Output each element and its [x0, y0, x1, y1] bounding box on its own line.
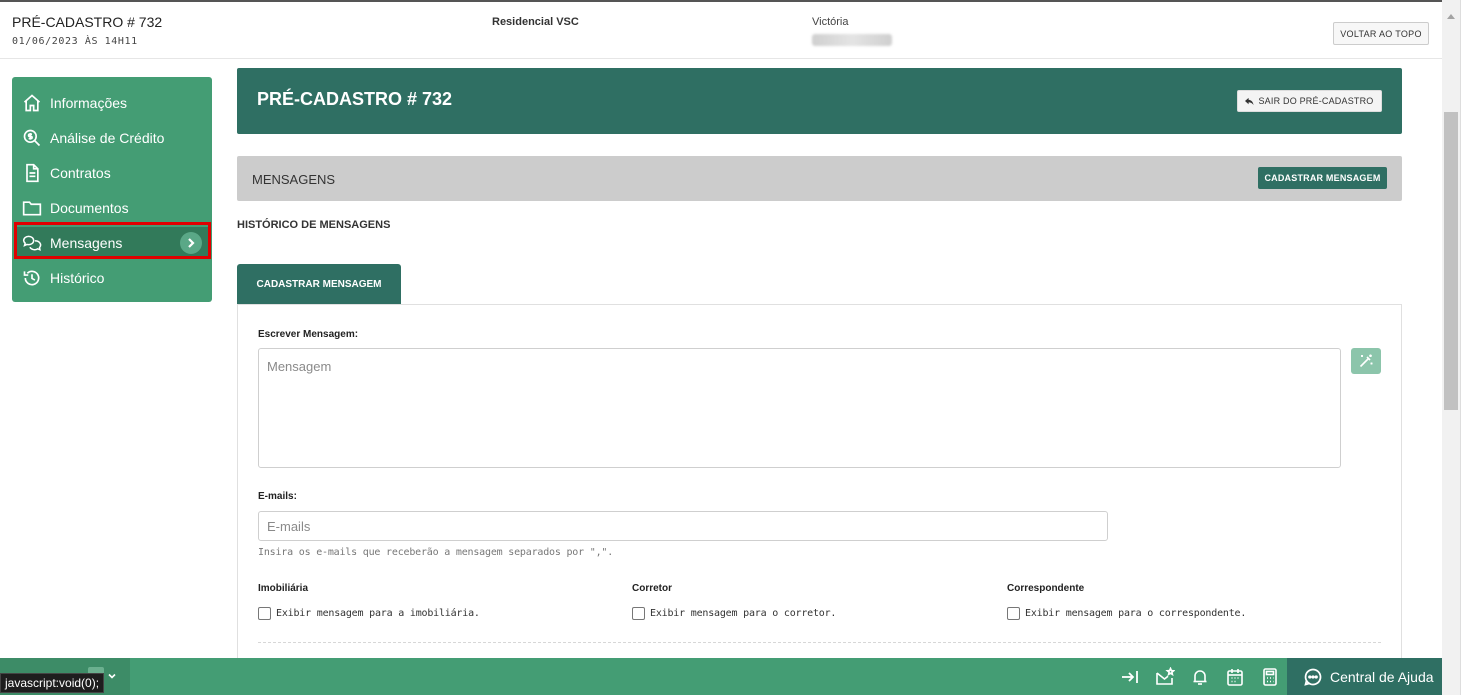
header-user: Victória: [812, 16, 849, 28]
message-label: Escrever Mensagem:: [258, 329, 359, 340]
document-icon: [26, 163, 39, 182]
status-bar-link-tooltip: javascript:void(0);: [0, 673, 105, 693]
corretor-checkbox[interactable]: [632, 607, 645, 620]
chat-bubbles-icon: [22, 235, 42, 251]
top-header: PRÉ-CADASTRO # 732 01/06/2023 ÀS 14H11 R…: [0, 0, 1442, 59]
sidebar-item-informacoes[interactable]: Informações: [12, 85, 212, 120]
chevron-right-icon: [180, 232, 202, 254]
folder-icon: [22, 200, 42, 215]
check-row-corretor[interactable]: Exibir mensagem para o corretor.: [632, 607, 836, 620]
home-icon: [23, 93, 41, 111]
imobiliaria-checkbox[interactable]: [258, 607, 271, 620]
emails-placeholder: E-mails: [267, 519, 311, 534]
section-title: MENSAGENS: [252, 172, 336, 187]
sidebar-item-label: Informações: [50, 94, 128, 111]
check-row-correspondente[interactable]: Exibir mensagem para o correspondente.: [1007, 607, 1246, 620]
correspondente-checkbox[interactable]: [1007, 607, 1020, 620]
messages-section-header: MENSAGENS CADASTRAR MENSAGEM: [237, 156, 1402, 201]
chevron-down-icon[interactable]: [106, 670, 118, 682]
sidebar-item-analise-credito[interactable]: Análise de Crédito: [12, 120, 212, 155]
emails-label: E-mails:: [258, 491, 297, 502]
calendar-icon[interactable]: [1224, 666, 1246, 688]
sidebar-item-contratos[interactable]: Contratos: [12, 155, 212, 190]
calculator-icon[interactable]: [1259, 666, 1281, 688]
sidebar: Informações Análise de Crédito Contratos…: [12, 77, 212, 302]
sidebar-item-label: Análise de Crédito: [50, 129, 165, 146]
sidebar-item-documentos[interactable]: Documentos: [12, 190, 212, 225]
sidebar-item-label: Contratos: [50, 164, 111, 181]
history-icon: [23, 270, 40, 285]
message-textarea[interactable]: Mensagem: [258, 348, 1341, 468]
check-row-imobiliaria[interactable]: Exibir mensagem para a imobiliária.: [258, 607, 480, 620]
emails-hint: Insira os e-mails que receberão a mensag…: [258, 547, 614, 558]
tab-register-message[interactable]: CADASTRAR MENSAGEM: [237, 264, 401, 304]
check-label: Exibir mensagem para a imobiliária.: [276, 608, 480, 619]
check-label: Exibir mensagem para o corretor.: [650, 608, 837, 619]
message-placeholder: Mensagem: [267, 359, 332, 374]
sidebar-item-label: Histórico: [50, 269, 105, 286]
bell-icon[interactable]: [1189, 666, 1211, 688]
sidebar-item-label: Documentos: [50, 199, 129, 216]
message-history-title: HISTÓRICO DE MENSAGENS: [237, 219, 391, 231]
page-title: PRÉ-CADASTRO # 732: [257, 89, 453, 109]
help-center-label: Central de Ajuda: [1330, 668, 1434, 685]
form-divider: [258, 642, 1381, 643]
page-banner: PRÉ-CADASTRO # 732 SAIR DO PRÉ-CADASTRO: [237, 68, 1402, 134]
magic-wand-button[interactable]: [1351, 348, 1381, 374]
mail-star-icon[interactable]: [1154, 666, 1176, 688]
scroll-up-arrow-icon[interactable]: [1447, 14, 1455, 19]
register-message-button[interactable]: CADASTRAR MENSAGEM: [1258, 167, 1387, 189]
header-date: 01/06/2023 ÀS 14H11: [12, 36, 138, 47]
blurred-phone: [812, 34, 892, 46]
back-to-top-button[interactable]: VOLTAR AO TOPO: [1333, 22, 1429, 45]
magic-wand-icon: [1359, 354, 1373, 368]
chat-help-icon: [1304, 668, 1322, 686]
sidebar-item-historico[interactable]: Histórico: [12, 260, 212, 295]
sidebar-item-label: Mensagens: [50, 235, 123, 251]
header-title: PRÉ-CADASTRO # 732: [12, 14, 163, 30]
dollar-search-icon: [23, 129, 41, 146]
check-title-correspondente: Correspondente: [1007, 583, 1085, 594]
exit-precadastro-button[interactable]: SAIR DO PRÉ-CADASTRO: [1237, 90, 1382, 112]
check-label: Exibir mensagem para o correspondente.: [1025, 608, 1247, 619]
header-project: Residencial VSC: [492, 16, 579, 28]
bottom-bar: Central de Ajuda: [0, 658, 1442, 695]
scrollbar-thumb[interactable]: [1444, 112, 1458, 410]
window-edge: [1460, 0, 1466, 695]
check-title-imobiliaria: Imobiliária: [258, 583, 309, 594]
sidebar-item-mensagens[interactable]: Mensagens: [16, 227, 208, 259]
emails-input[interactable]: E-mails: [258, 511, 1108, 541]
check-title-corretor: Corretor: [632, 583, 673, 594]
exit-button-label: SAIR DO PRÉ-CADASTRO: [1258, 96, 1374, 106]
reply-arrow-icon: [1245, 97, 1255, 105]
collapse-arrow-icon[interactable]: [1119, 666, 1141, 688]
help-center-button[interactable]: Central de Ajuda: [1287, 658, 1442, 695]
